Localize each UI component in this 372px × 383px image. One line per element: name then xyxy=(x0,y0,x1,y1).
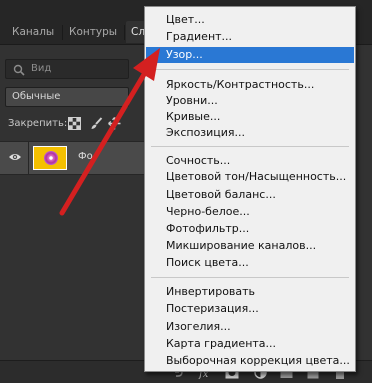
menu-item-brightness-contrast[interactable]: Яркость/Контрастность... xyxy=(146,77,354,93)
menu-item-channel-mixer[interactable]: Микширование каналов... xyxy=(146,238,354,254)
menu-item-threshold[interactable]: Изогелия... xyxy=(146,319,354,335)
blend-mode-select[interactable]: Обычные xyxy=(5,87,129,107)
layer-divider xyxy=(28,142,29,174)
menu-item-invert[interactable]: Инвертировать xyxy=(146,284,354,300)
menu-item-color-lookup[interactable]: Поиск цвета... xyxy=(146,255,354,271)
tab-divider xyxy=(62,25,63,40)
search-icon xyxy=(13,64,25,76)
layer-row[interactable]: Фо xyxy=(0,141,146,175)
menu-item-gradient-map[interactable]: Карта градиента... xyxy=(146,336,354,352)
menu-item-gradient[interactable]: Градиент... xyxy=(146,29,354,45)
menu-item-hue-saturation[interactable]: Цветовой тон/Насыщенность... xyxy=(146,169,354,185)
lock-transparent-pixels-icon[interactable] xyxy=(68,117,81,130)
menu-item-black-white[interactable]: Черно-белое... xyxy=(146,204,354,220)
menu-item-vibrance[interactable]: Сочность... xyxy=(146,153,354,169)
menu-item-curves[interactable]: Кривые... xyxy=(146,109,354,125)
blend-mode-value: Обычные xyxy=(12,91,61,102)
menu-item-levels[interactable]: Уровни... xyxy=(146,93,354,109)
menu-separator xyxy=(151,277,349,278)
photoshop-layers-panel: Каналы Контуры Сл Вид Обычные Закрепить: xyxy=(0,0,372,383)
menu-item-photo-filter[interactable]: Фотофильтр... xyxy=(146,221,354,237)
adjustment-layer-menu: Цвет... Градиент... Узор... Яркость/Конт… xyxy=(144,6,356,372)
layer-filter-select[interactable]: Вид xyxy=(5,59,129,79)
tab-channels[interactable]: Каналы xyxy=(10,21,56,43)
menu-item-posterize[interactable]: Постеризация... xyxy=(146,301,354,317)
lock-position-icon[interactable] xyxy=(108,117,121,130)
layer-name[interactable]: Фо xyxy=(78,151,93,162)
flower-image xyxy=(44,151,58,165)
menu-separator xyxy=(151,69,349,70)
tab-paths[interactable]: Контуры xyxy=(67,21,119,43)
menu-item-pattern[interactable]: Узор... xyxy=(146,47,354,63)
filter-kind-label: Вид xyxy=(31,63,52,74)
menu-item-selective-color[interactable]: Выборочная коррекция цвета... xyxy=(146,353,354,369)
eye-icon[interactable] xyxy=(8,152,22,162)
lock-row: Закрепить: xyxy=(0,115,146,133)
layer-thumbnail xyxy=(33,146,67,170)
menu-item-solid-color[interactable]: Цвет... xyxy=(146,12,354,28)
menu-item-exposure[interactable]: Экспозиция... xyxy=(146,125,354,141)
menu-item-color-balance[interactable]: Цветовой баланс... xyxy=(146,187,354,203)
tab-divider xyxy=(124,25,125,40)
menu-separator xyxy=(151,146,349,147)
lock-image-pixels-icon[interactable] xyxy=(90,117,103,130)
lock-label: Закрепить: xyxy=(8,118,68,129)
